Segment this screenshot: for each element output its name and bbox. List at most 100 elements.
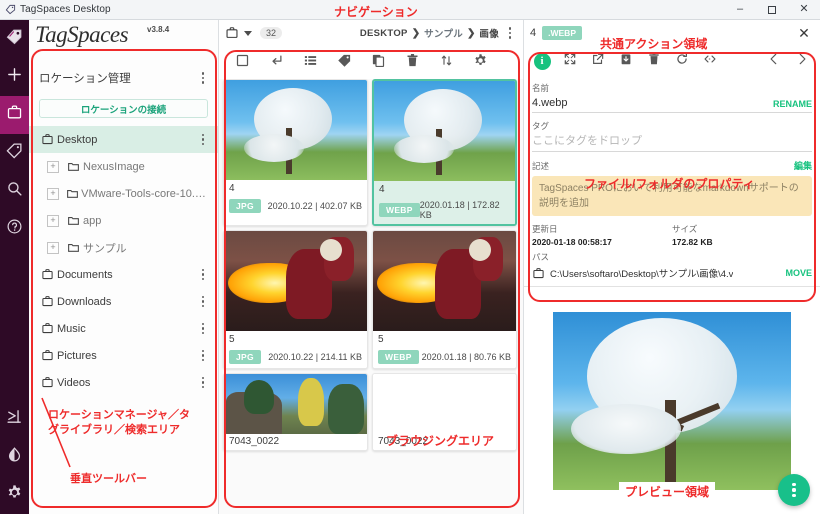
breadcrumb-separator: ❯ — [411, 27, 421, 39]
path-value: C:\Users\softaro\Desktop\サンプル\画像\4.v — [550, 269, 734, 280]
connect-location-button[interactable]: ロケーションの接続 — [39, 99, 208, 118]
annotation-common-action-text: 共通アクション領域 — [600, 37, 708, 51]
location-manager-header: ロケーション管理 — [29, 63, 218, 93]
delete-button[interactable] — [395, 46, 429, 79]
expand-icon[interactable]: + — [47, 160, 59, 173]
list-view-button[interactable] — [293, 46, 327, 79]
description-edit-button[interactable]: 編集 — [794, 159, 812, 172]
sidebar-item-videos[interactable]: Videos — [29, 369, 218, 396]
window-title: TagSpaces Desktop — [20, 4, 111, 15]
sidebar-item-label: NexusImage — [83, 160, 145, 173]
move-button[interactable]: MOVE — [785, 268, 812, 278]
file-extension-badge: WEBP — [378, 350, 419, 364]
file-date-size: 2020.01.18 | 172.82 KB — [419, 200, 500, 220]
sidebar-item-app[interactable]: + app — [29, 207, 218, 234]
minimize-icon: – — [736, 3, 744, 15]
chevron-down-icon[interactable] — [244, 30, 252, 36]
close-icon: ✕ — [798, 24, 810, 41]
location-manager-menu-icon[interactable] — [196, 72, 210, 84]
sidebar-item-sample[interactable]: + サンプル — [29, 234, 218, 261]
sidebar-item-menu-icon[interactable] — [196, 376, 210, 389]
location-icon — [37, 349, 57, 362]
copy-icon — [371, 53, 386, 73]
breadcrumb-menu-icon[interactable] — [503, 27, 517, 39]
breadcrumb-item-images[interactable]: 画像 — [479, 26, 499, 40]
sidebar-item-desktop[interactable]: Desktop — [29, 126, 218, 153]
sidebar-item-nexusimage[interactable]: + NexusImage — [29, 153, 218, 180]
details-previous-button[interactable] — [760, 46, 788, 76]
sidebar-item-menu-icon[interactable] — [196, 133, 210, 146]
navigate-back-button[interactable] — [259, 46, 293, 79]
file-card-selected[interactable]: 4 WEBP 2020.01.18 | 172.82 KB — [372, 79, 517, 226]
sidebar-item-label: Videos — [57, 376, 91, 389]
rename-button[interactable]: RENAME — [773, 99, 812, 109]
expand-icon[interactable]: + — [47, 214, 59, 227]
breadcrumb-item-desktop[interactable]: DESKTOP — [360, 28, 408, 39]
details-close-button[interactable]: ✕ — [794, 23, 814, 43]
vtoolbar-item-theme[interactable] — [0, 438, 29, 476]
vtoolbar-item-settings[interactable] — [0, 476, 29, 514]
details-next-button[interactable] — [788, 46, 816, 76]
sidebar-item-label: Documents — [57, 268, 113, 281]
file-card[interactable]: 5 WEBP 2020.01.18 | 80.76 KB — [372, 230, 517, 369]
sort-button[interactable] — [429, 46, 463, 79]
maximize-button[interactable] — [756, 0, 788, 20]
modified-label: 更新日 — [532, 224, 558, 234]
expand-icon[interactable]: + — [47, 241, 59, 254]
breadcrumb-item-sample[interactable]: サンプル — [424, 26, 463, 40]
sidebar-item-documents[interactable]: Documents — [29, 261, 218, 288]
info-icon: i — [533, 52, 551, 70]
vtoolbar-item-location-manager[interactable] — [0, 96, 29, 134]
details-info-button[interactable]: i — [528, 46, 556, 76]
file-name: 5 — [229, 334, 235, 345]
sidebar-item-menu-icon[interactable] — [196, 322, 210, 335]
expand-icon[interactable]: + — [47, 187, 59, 200]
file-card[interactable]: 7043_0022 — [223, 373, 368, 451]
vtoolbar-item-expand[interactable] — [0, 400, 29, 438]
settings-button[interactable] — [463, 46, 497, 79]
tags-drop-area[interactable]: ここにタグをドロップ — [532, 135, 812, 152]
code-icon — [703, 52, 717, 71]
sidebar-item-menu-icon[interactable] — [196, 268, 210, 281]
fullscreen-icon — [563, 52, 577, 71]
vtoolbar-item-tag-library[interactable] — [0, 20, 29, 58]
sidebar-item-menu-icon[interactable] — [196, 295, 210, 308]
file-name: 5 — [378, 334, 384, 345]
item-count-badge: 32 — [260, 27, 283, 39]
minimize-button[interactable]: – — [724, 0, 756, 20]
vertical-toolbar — [0, 20, 29, 514]
search-icon — [6, 180, 23, 202]
vtoolbar-item-search[interactable] — [0, 172, 29, 210]
plus-icon — [6, 66, 23, 88]
file-name: 4 — [229, 183, 235, 194]
name-field-value[interactable]: 4.webp — [532, 97, 567, 109]
location-icon[interactable] — [225, 26, 239, 40]
close-button[interactable]: ✕ — [788, 0, 820, 20]
select-all-button[interactable] — [225, 46, 259, 79]
vtoolbar-item-create-new[interactable] — [0, 58, 29, 96]
previous-icon — [767, 52, 781, 71]
sidebar-item-pictures[interactable]: Pictures — [29, 342, 218, 369]
location-list: Desktop + NexusImage + VMware-Tools-core… — [29, 126, 218, 514]
copy-button[interactable] — [361, 46, 395, 79]
sidebar-item-menu-icon[interactable] — [196, 349, 210, 362]
navigation-bar: 32 DESKTOP ❯ サンプル ❯ 画像 — [219, 20, 523, 46]
details-fullscreen-button[interactable] — [556, 46, 584, 76]
sidebar-item-vmware-tools[interactable]: + VMware-Tools-core-10.2.1-... — [29, 180, 218, 207]
sidebar-item-music[interactable]: Music — [29, 315, 218, 342]
file-card[interactable]: 4 JPG 2020.10.22 | 402.07 KB — [223, 79, 368, 226]
file-card[interactable]: 5 JPG 2020.10.22 | 214.11 KB — [223, 230, 368, 369]
size-column: サイズ 172.82 KB — [672, 223, 812, 247]
floating-action-button[interactable] — [778, 474, 810, 506]
vtoolbar-item-tags[interactable] — [0, 134, 29, 172]
tag-button[interactable] — [327, 46, 361, 79]
sidebar-item-label: Pictures — [57, 349, 97, 362]
vtoolbar-item-help[interactable] — [0, 210, 29, 248]
sidebar-item-downloads[interactable]: Downloads — [29, 288, 218, 315]
app-logo-icon — [0, 4, 20, 15]
file-info-row: JPG 2020.10.22 | 214.11 KB — [229, 350, 362, 364]
folder-icon — [63, 214, 83, 227]
path-label: パス — [532, 252, 550, 262]
size-label: サイズ — [672, 224, 698, 234]
annotation-location-manager-text: ロケーションマネージャ／タ グライブラリ／検索エリア — [48, 408, 208, 438]
